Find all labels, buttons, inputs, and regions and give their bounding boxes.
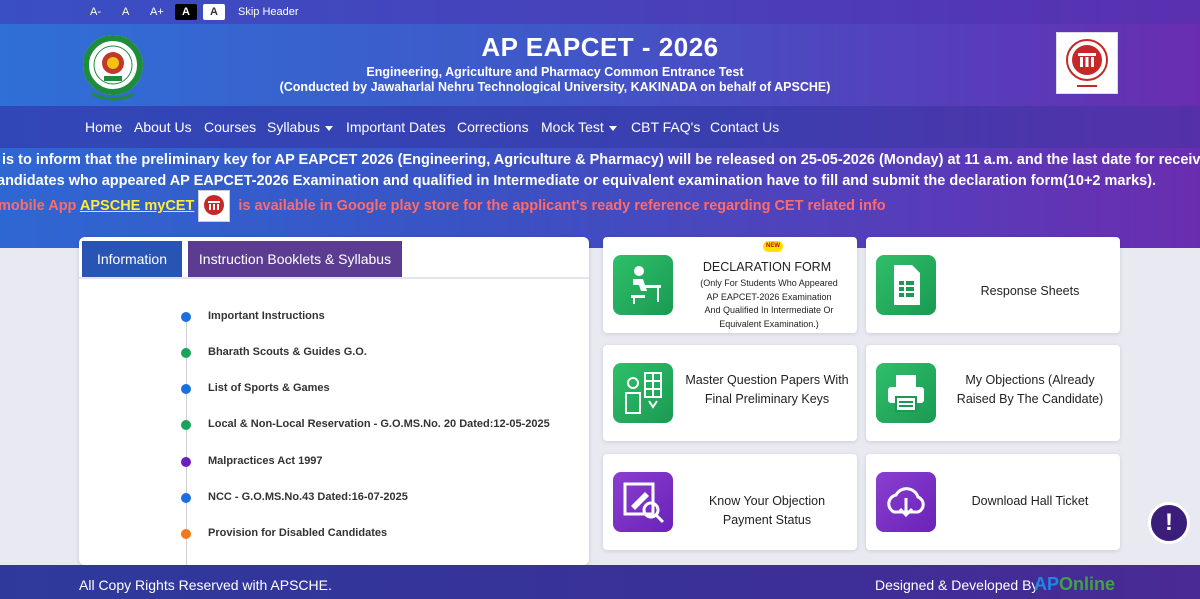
bullet-dot — [181, 348, 191, 358]
utility-bar: A- A A+ A A Skip Header — [0, 0, 1200, 24]
chevron-down-icon — [324, 125, 333, 131]
contrast-light-button[interactable]: A — [203, 4, 225, 20]
mycet-prefix: mobile App — [0, 197, 80, 214]
document-search-icon — [613, 472, 673, 532]
nav-courses[interactable]: Courses — [204, 119, 256, 135]
help-button[interactable]: ! — [1148, 502, 1190, 544]
contrast-dark-button[interactable]: A — [175, 4, 197, 20]
nav-important-dates[interactable]: Important Dates — [346, 119, 446, 135]
instruction-link[interactable]: NCC - G.O.MS.No.43 Dated:16-07-2025 — [208, 491, 408, 503]
copyright-text: All Copy Rights Reserved with APSCHE. — [79, 577, 332, 593]
site-header: AP EAPCET - 2026 Engineering, Agricultur… — [0, 24, 1200, 106]
site-footer: All Copy Rights Reserved with APSCHE. De… — [0, 565, 1200, 599]
new-badge: NEW — [763, 241, 783, 252]
master-question-papers-card[interactable]: Master Question Papers With Final Prelim… — [603, 345, 857, 441]
instruction-link[interactable]: Bharath Scouts & Guides G.O. — [208, 346, 367, 358]
download-hall-ticket-label: Download Hall Ticket — [971, 494, 1089, 508]
my-objections-card[interactable]: My Objections (Already Raised By The Can… — [866, 345, 1120, 441]
response-sheets-label: Response Sheets — [980, 284, 1080, 298]
font-normal-button[interactable]: A — [122, 4, 129, 20]
chevron-down-icon — [608, 125, 617, 131]
aponline-logo[interactable]: APOnline — [1034, 574, 1115, 595]
nav-cbt-faqs[interactable]: CBT FAQ's — [631, 119, 700, 135]
response-sheets-card[interactable]: Response Sheets — [866, 237, 1120, 333]
main-nav: Home About Us Courses Syllabus Important… — [0, 106, 1200, 148]
nav-syllabus[interactable]: Syllabus — [267, 119, 333, 135]
declaration-form-card[interactable]: NEW DECLARATION FORM (Only For Students … — [603, 237, 857, 333]
student-desk-icon — [613, 255, 673, 315]
apsche-logo — [1056, 32, 1118, 94]
announcement-mycet-app: mobile App APSCHE myCET is available in … — [0, 190, 886, 222]
announcement-marquee: is to inform that the preliminary key fo… — [0, 148, 1200, 248]
cloud-download-icon — [876, 472, 936, 532]
objection-payment-status-label: Know Your Objection Payment Status — [708, 494, 826, 527]
instruction-link[interactable]: Local & Non-Local Reservation - G.O.MS.N… — [208, 418, 550, 430]
nav-mock-test[interactable]: Mock Test — [541, 119, 617, 135]
mycet-app-icon[interactable] — [198, 190, 231, 222]
instruction-link[interactable]: Important Instructions — [208, 310, 325, 322]
bullet-dot — [181, 312, 191, 322]
bullet-dot — [181, 384, 191, 394]
nav-syllabus-label: Syllabus — [267, 119, 320, 135]
instruction-link[interactable]: Provision for Disabled Candidates — [208, 527, 387, 539]
page-title: AP EAPCET - 2026 — [481, 32, 719, 62]
skip-header-link[interactable]: Skip Header — [238, 4, 299, 20]
master-question-papers-label: Master Question Papers With Final Prelim… — [685, 373, 849, 406]
tab-information[interactable]: Information — [82, 241, 182, 277]
mycet-app-link[interactable]: APSCHE myCET — [80, 198, 194, 214]
conducted-by-text: (Conducted by Jawaharlal Nehru Technolog… — [279, 80, 831, 94]
mycet-suffix: is available in Google play store for th… — [234, 197, 886, 214]
nav-corrections[interactable]: Corrections — [457, 119, 529, 135]
bullet-dot — [181, 457, 191, 467]
page-subtitle: Engineering, Agriculture and Pharmacy Co… — [366, 65, 744, 79]
font-increase-button[interactable]: A+ — [150, 4, 164, 20]
download-hall-ticket-card[interactable]: Download Hall Ticket — [866, 454, 1120, 550]
my-objections-label: My Objections (Already Raised By The Can… — [956, 373, 1104, 406]
nav-home[interactable]: Home — [85, 119, 122, 135]
printer-icon — [876, 363, 936, 423]
spreadsheet-icon — [876, 255, 936, 315]
bullet-dot — [181, 493, 191, 503]
declaration-form-note: (Only For Students Who Appeared AP EAPCE… — [700, 278, 838, 329]
aponline-ap: AP — [1034, 574, 1060, 594]
objection-payment-status-card[interactable]: Know Your Objection Payment Status — [603, 454, 857, 550]
designed-by-text: Designed & Developed By — [875, 577, 1039, 593]
question-paper-icon — [613, 363, 673, 423]
bullet-dot — [181, 420, 191, 430]
tab-divider — [79, 277, 589, 279]
nav-about-us[interactable]: About Us — [134, 119, 192, 135]
instruction-link[interactable]: List of Sports & Games — [208, 382, 330, 394]
font-decrease-button[interactable]: A- — [90, 4, 101, 20]
information-panel: Information Instruction Booklets & Sylla… — [79, 237, 589, 565]
tab-instruction-booklets[interactable]: Instruction Booklets & Syllabus — [188, 241, 402, 277]
announcement-preliminary-key[interactable]: is to inform that the preliminary key fo… — [2, 152, 1200, 168]
announcement-declaration[interactable]: andidates who appeared AP EAPCET-2026 Ex… — [0, 173, 1156, 189]
bullet-dot — [181, 529, 191, 539]
instruction-link[interactable]: Malpractices Act 1997 — [208, 455, 323, 467]
nav-mock-test-label: Mock Test — [541, 119, 604, 135]
aponline-online: Online — [1059, 574, 1116, 594]
declaration-form-title: DECLARATION FORM — [702, 260, 832, 274]
nav-contact-us[interactable]: Contact Us — [710, 119, 779, 135]
